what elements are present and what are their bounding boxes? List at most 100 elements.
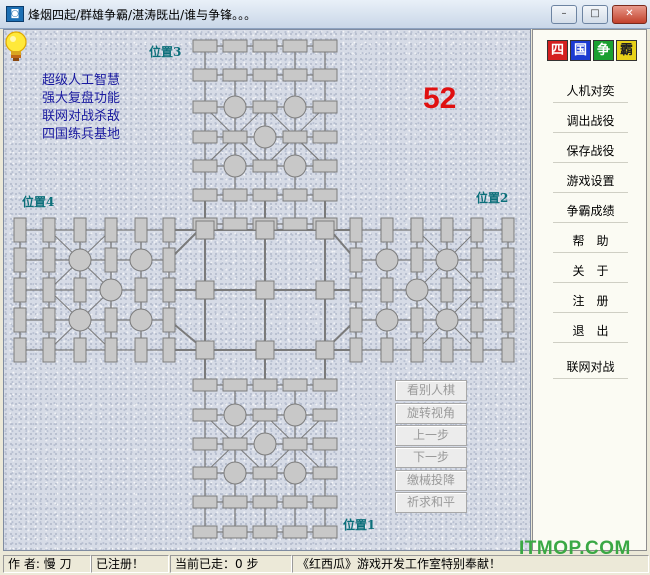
board-cell[interactable] [282, 217, 308, 231]
request-peace-button[interactable]: 祈求和平 [395, 492, 467, 513]
board-cell[interactable] [282, 188, 308, 202]
app-icon[interactable]: ◙ [6, 6, 24, 22]
board-cell[interactable] [222, 525, 248, 539]
board-cell[interactable] [349, 247, 363, 273]
board-cell[interactable] [222, 188, 248, 202]
menu-item-load-battle[interactable]: 调出战役 [553, 110, 628, 133]
previous-step-button[interactable]: 上一步 [395, 425, 467, 446]
board-cell[interactable] [222, 378, 248, 392]
camp-cell[interactable] [375, 308, 399, 332]
board-cell[interactable] [410, 247, 424, 273]
board-cell[interactable] [13, 277, 27, 303]
board-cell[interactable] [440, 277, 454, 303]
camp-cell[interactable] [223, 461, 247, 485]
board-cell[interactable] [192, 130, 218, 144]
board-cell[interactable] [410, 307, 424, 333]
board-cell[interactable] [192, 100, 218, 114]
station-cell[interactable] [255, 340, 275, 360]
board-cell[interactable] [312, 39, 338, 53]
board-cell[interactable] [252, 159, 278, 173]
menu-item-settings[interactable]: 游戏设置 [553, 170, 628, 193]
board-cell[interactable] [501, 337, 515, 363]
camp-cell[interactable] [68, 248, 92, 272]
board-cell[interactable] [282, 130, 308, 144]
station-cell[interactable] [315, 280, 335, 300]
board-cell[interactable] [134, 277, 148, 303]
board-cell[interactable] [42, 277, 56, 303]
camp-cell[interactable] [375, 248, 399, 272]
camp-cell[interactable] [405, 278, 429, 302]
menu-item-scores[interactable]: 争霸成绩 [553, 200, 628, 223]
board-cell[interactable] [192, 408, 218, 422]
board-cell[interactable] [349, 277, 363, 303]
board-cell[interactable] [73, 217, 87, 243]
camp-cell[interactable] [435, 248, 459, 272]
camp-cell[interactable] [253, 432, 277, 456]
camp-cell[interactable] [283, 154, 307, 178]
menu-item-save-battle[interactable]: 保存战役 [553, 140, 628, 163]
camp-cell[interactable] [129, 308, 153, 332]
board-cell[interactable] [104, 217, 118, 243]
board-cell[interactable] [440, 217, 454, 243]
board-cell[interactable] [192, 68, 218, 82]
board-cell[interactable] [134, 337, 148, 363]
station-cell[interactable] [315, 340, 335, 360]
board-cell[interactable] [192, 159, 218, 173]
board-cell[interactable] [501, 247, 515, 273]
board-cell[interactable] [312, 100, 338, 114]
rotate-view-button[interactable]: 旋转视角 [395, 403, 467, 424]
camp-cell[interactable] [223, 154, 247, 178]
menu-item-exit[interactable]: 退 出 [553, 320, 628, 343]
board-cell[interactable] [134, 217, 148, 243]
board-cell[interactable] [252, 100, 278, 114]
board-cell[interactable] [349, 337, 363, 363]
board-cell[interactable] [501, 217, 515, 243]
board-cell[interactable] [13, 247, 27, 273]
camp-cell[interactable] [223, 403, 247, 427]
camp-cell[interactable] [435, 308, 459, 332]
board-cell[interactable] [380, 277, 394, 303]
camp-cell[interactable] [68, 308, 92, 332]
board-cell[interactable] [470, 247, 484, 273]
camp-cell[interactable] [99, 278, 123, 302]
surrender-button[interactable]: 缴械投降 [395, 470, 467, 491]
board-cell[interactable] [192, 378, 218, 392]
camp-cell[interactable] [129, 248, 153, 272]
board-cell[interactable] [162, 247, 176, 273]
menu-item-about[interactable]: 关 于 [553, 260, 628, 283]
board-cell[interactable] [192, 437, 218, 451]
board-cell[interactable] [222, 437, 248, 451]
board-cell[interactable] [162, 217, 176, 243]
minimize-button[interactable]: – [551, 5, 577, 24]
board-cell[interactable] [470, 217, 484, 243]
watch-others-button[interactable]: 看别人棋 [395, 380, 467, 401]
menu-item-online[interactable]: 联网对战 [553, 356, 628, 379]
board-cell[interactable] [192, 466, 218, 480]
board-cell[interactable] [252, 188, 278, 202]
camp-cell[interactable] [283, 461, 307, 485]
maximize-button[interactable]: □ [582, 5, 608, 24]
board-cell[interactable] [222, 68, 248, 82]
board-cell[interactable] [380, 217, 394, 243]
board-cell[interactable] [222, 130, 248, 144]
close-button[interactable]: ✕ [612, 5, 647, 24]
board-cell[interactable] [470, 307, 484, 333]
board-cell[interactable] [282, 39, 308, 53]
board-cell[interactable] [73, 277, 87, 303]
board-cell[interactable] [192, 39, 218, 53]
board-cell[interactable] [192, 495, 218, 509]
board-cell[interactable] [312, 466, 338, 480]
board-cell[interactable] [192, 525, 218, 539]
board-cell[interactable] [312, 495, 338, 509]
board-cell[interactable] [13, 337, 27, 363]
board-cell[interactable] [192, 188, 218, 202]
board-cell[interactable] [73, 337, 87, 363]
board-cell[interactable] [13, 307, 27, 333]
station-cell[interactable] [255, 280, 275, 300]
board-cell[interactable] [349, 217, 363, 243]
board-cell[interactable] [312, 130, 338, 144]
board-cell[interactable] [162, 337, 176, 363]
board-cell[interactable] [312, 378, 338, 392]
board-cell[interactable] [252, 378, 278, 392]
camp-cell[interactable] [283, 95, 307, 119]
